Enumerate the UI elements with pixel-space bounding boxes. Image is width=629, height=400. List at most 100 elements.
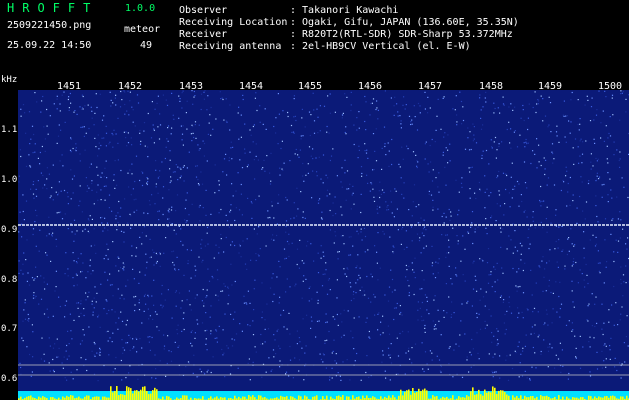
noise-dot [265,245,267,247]
noise-dot [316,171,318,173]
noise-dot [583,257,585,259]
noise-dot [71,231,73,233]
noise-dot [587,182,590,185]
noise-dot [435,177,437,179]
noise-dot [294,153,296,155]
noise-dot [481,154,483,157]
noise-dot [98,353,100,355]
noise-dot [319,130,321,132]
noise-dot [387,300,390,302]
noise-dot [165,375,167,377]
noise-dot [384,145,386,148]
noise-dot [125,377,127,379]
noise-dot [106,222,109,224]
noise-dot [255,253,257,255]
noise-dot [86,369,88,372]
noise-dot [125,324,127,326]
noise-dot [573,245,575,247]
noise-dot [488,163,490,165]
noise-dot [437,262,439,264]
noise-dot [574,138,577,140]
noise-dot [231,284,233,286]
noise-dot [184,219,186,221]
noise-dot [170,180,172,182]
noise-dot [231,241,233,243]
noise-dot [194,265,196,267]
noise-dot [621,306,623,308]
noise-dot [411,123,413,125]
noise-dot [583,279,585,281]
noise-dot [172,171,174,173]
noise-dot [503,322,505,324]
noise-dot [218,325,220,327]
noise-dot [567,182,569,185]
noise-dot [561,349,563,351]
noise-dot [122,262,124,264]
noise-dot [206,295,208,297]
noise-dot [493,102,495,104]
noise-dot [546,206,548,208]
noise-dot [340,313,342,315]
noise-dot [187,361,190,363]
noise-dot [220,208,222,211]
noise-dot [30,138,32,140]
noise-dot [527,142,529,144]
noise-dot [368,336,370,338]
noise-dot [364,95,366,98]
noise-dot [34,151,36,153]
noise-dot [490,315,492,317]
noise-dot [206,349,208,351]
noise-dot [203,98,205,100]
noise-dot [55,238,57,240]
noise-dot [302,318,304,320]
noise-dot [129,337,131,339]
noise-dot [431,245,433,247]
noise-dot [146,261,148,263]
noise-dot [504,333,506,335]
noise-dot [74,110,76,112]
noise-dot [318,320,320,322]
noise-dot [149,238,151,240]
noise-dot [528,247,530,250]
noise-dot [243,295,245,297]
noise-dot [586,319,588,321]
noise-dot [162,197,164,199]
noise-dot [157,177,159,179]
noise-dot [538,144,540,146]
noise-dot [160,304,162,306]
noise-dot [611,197,613,199]
noise-dot [180,240,182,242]
footer-bar [300,396,302,400]
noise-dot [341,114,344,116]
noise-dot [609,116,611,118]
noise-dot [91,110,93,112]
noise-dot [115,94,117,96]
noise-dot [93,307,95,309]
noise-dot [523,211,525,213]
noise-dot [452,108,454,110]
noise-dot [242,98,244,101]
noise-dot [61,154,63,156]
noise-dot [570,228,572,230]
noise-dot [253,309,255,311]
noise-dot [384,90,386,92]
noise-dot [201,239,203,241]
noise-dot [255,143,257,145]
noise-dot [563,115,565,117]
noise-dot [83,135,85,137]
noise-dot [205,312,207,314]
noise-dot [449,160,451,162]
noise-dot [26,280,28,282]
noise-dot [495,220,497,222]
noise-dot [603,183,605,186]
noise-dot [461,303,463,305]
noise-dot [141,243,143,245]
noise-dot [518,268,520,270]
noise-dot [206,232,208,234]
noise-dot [424,294,426,296]
noise-dot [353,317,355,319]
noise-dot [579,140,581,142]
footer-bar [152,390,154,400]
noise-dot [99,349,101,351]
noise-dot [405,276,407,278]
